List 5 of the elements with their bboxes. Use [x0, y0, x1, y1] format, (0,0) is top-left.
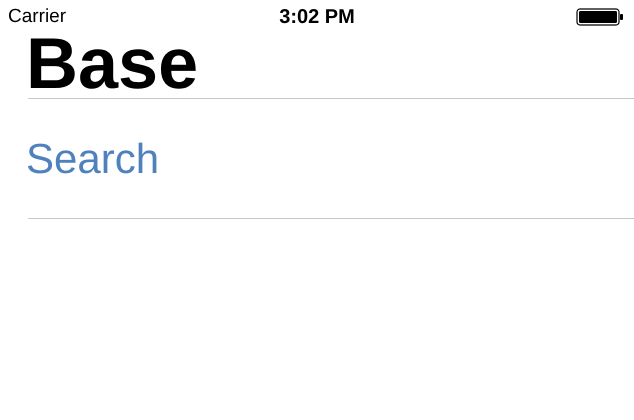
- status-time: 3:02 PM: [279, 6, 355, 28]
- carrier-name: Carrier: [8, 6, 66, 28]
- search-field[interactable]: Search: [0, 99, 634, 218]
- battery-icon: [576, 8, 624, 26]
- page-title: Base: [26, 34, 198, 94]
